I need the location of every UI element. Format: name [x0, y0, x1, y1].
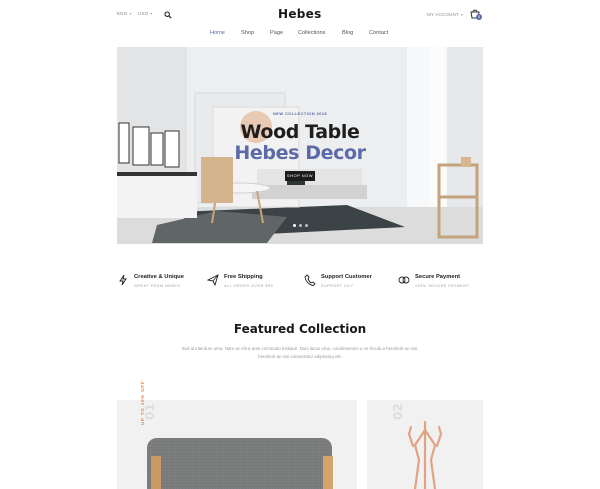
slider-dot[interactable]: [305, 224, 308, 227]
coat-rack-image: [407, 420, 443, 489]
feature-payment: Secure Payment 100% SECURE PAYMENT: [398, 272, 483, 296]
nav-item-contact[interactable]: Contact: [369, 30, 388, 36]
feature-subtitle: ALL ORDER OVER $99: [224, 284, 274, 288]
card-number: 02: [391, 403, 405, 420]
feature-title: Free Shipping: [224, 274, 263, 280]
feature-subtitle: 100% SECURE PAYMENT: [415, 284, 470, 288]
feature-support: Support Customer SUPPORT 24/7: [304, 272, 399, 296]
feature-title: Support Customer: [321, 274, 372, 280]
sale-tag: UP TO 40% OFF: [140, 380, 145, 426]
phone-icon: [304, 274, 316, 286]
site-logo[interactable]: Hebes: [278, 7, 322, 21]
chevron-down-icon: ▾: [150, 11, 153, 16]
collection-card[interactable]: 01: [117, 400, 357, 489]
collection-card[interactable]: 02: [367, 400, 483, 489]
hero-title: Wood Table: [240, 121, 360, 143]
my-account-menu[interactable]: MY ACCOUNT ▾: [427, 12, 463, 17]
main-nav: Home Shop Page Collections Blog Contact: [0, 30, 600, 42]
section-description: Sed id interdum urna. Nam ac elit a ante…: [181, 346, 419, 359]
paper-plane-icon: [207, 274, 219, 286]
feature-creative: Creative & Unique GREAT FROM HEBES: [117, 272, 212, 296]
search-icon[interactable]: [164, 11, 172, 19]
nav-item-page[interactable]: Page: [270, 30, 283, 36]
shop-now-button[interactable]: SHOP NOW: [285, 171, 315, 181]
lightning-icon: [119, 274, 127, 286]
site-header: ENG ▾ USD ▾ Hebes MY ACCOUNT ▾ 0 Home Shop …: [0, 0, 600, 44]
nav-item-shop[interactable]: Shop: [241, 30, 254, 36]
slider-dot[interactable]: [293, 224, 296, 227]
currency-label: USD: [138, 11, 149, 16]
nav-item-home[interactable]: Home: [210, 30, 225, 36]
feature-subtitle: SUPPORT 24/7: [321, 284, 354, 288]
nav-item-blog[interactable]: Blog: [342, 30, 353, 36]
hero-slider[interactable]: NEW COLLECTION 2018 Wood Table Hebes Dec…: [117, 47, 483, 244]
slider-dots: [293, 224, 333, 228]
currency-selector[interactable]: USD ▾: [138, 11, 153, 16]
feature-subtitle: GREAT FROM HEBES: [134, 284, 181, 288]
language-selector[interactable]: ENG ▾: [117, 11, 132, 16]
nav-item-collections[interactable]: Collections: [298, 30, 325, 36]
section-title: Featured Collection: [233, 322, 367, 336]
hero-subtitle: Hebes Decor: [234, 142, 366, 164]
feature-title: Creative & Unique: [134, 274, 184, 280]
slider-dot[interactable]: [299, 224, 302, 227]
chevron-down-icon: ▾: [460, 12, 464, 17]
my-account-label: MY ACCOUNT: [427, 12, 459, 17]
feature-title: Secure Payment: [415, 274, 461, 280]
hero-eyebrow: NEW COLLECTION 2018: [272, 111, 328, 116]
cart-count-badge: 0: [476, 14, 482, 20]
language-label: ENG: [117, 11, 128, 16]
chevron-down-icon: ▾: [129, 11, 132, 16]
feature-shipping: Free Shipping ALL ORDER OVER $99: [207, 272, 302, 296]
card-number: 01: [143, 403, 157, 420]
rings-icon: [398, 276, 410, 284]
